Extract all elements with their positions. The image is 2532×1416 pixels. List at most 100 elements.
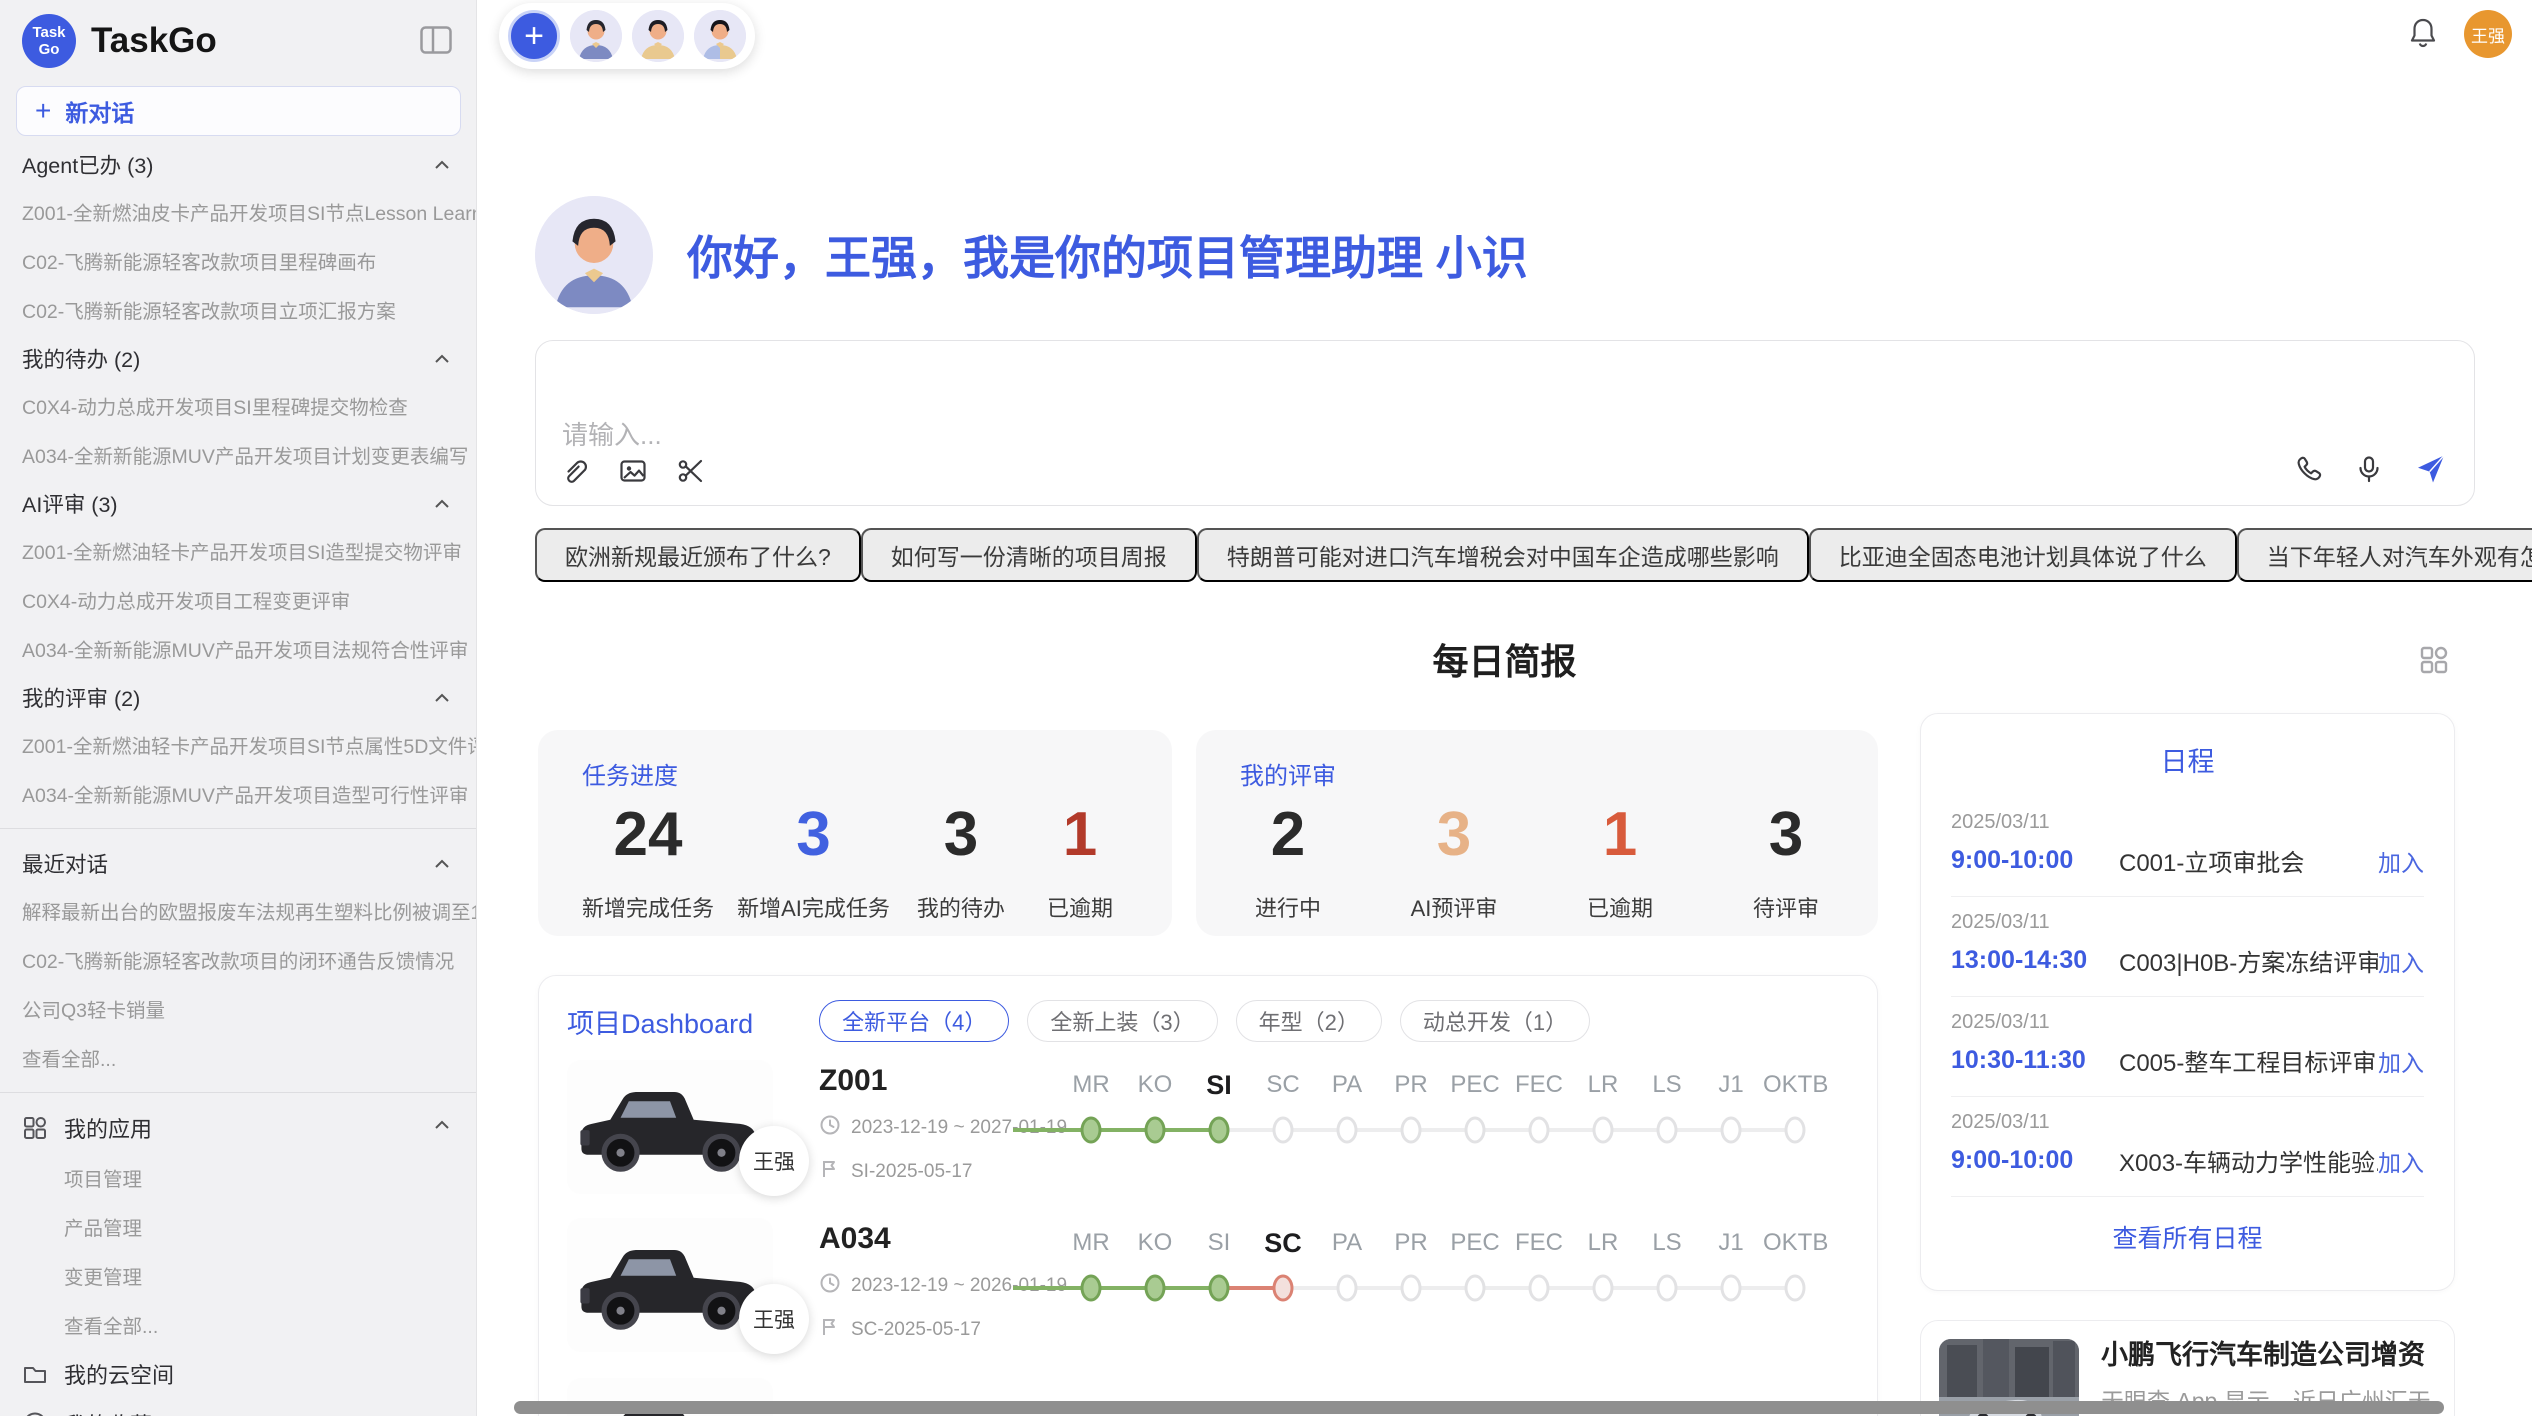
voice-input-button[interactable] (2354, 454, 2384, 487)
sidebar-recent-chat-item[interactable]: C02-飞腾新能源轻客改款项目的闭环通告反馈情况 (0, 935, 476, 984)
milestone-label: PA (1315, 1226, 1379, 1260)
new-chat-button[interactable]: + 新对话 (16, 86, 461, 136)
milestone-label: SI (1187, 1068, 1251, 1102)
sidebar-task-item[interactable]: Z001-全新燃油轻卡产品开发项目SI造型提交物评审 (0, 526, 476, 575)
milestone-node (1401, 1275, 1422, 1302)
sidebar-task-item[interactable]: A034-全新新能源MUV产品开发项目法规符合性评审 (0, 624, 476, 673)
milestone-label: SC (1251, 1068, 1315, 1102)
attach-button[interactable] (560, 456, 590, 489)
main-area: + 王强 你好，王强，我是你的项目管理助理 小识 请输入... (477, 0, 2532, 1416)
suggestion-chip[interactable]: 如何写一份清晰的项目周报 (861, 528, 1197, 582)
milestone-node (1529, 1275, 1550, 1302)
image-upload-button[interactable] (618, 456, 648, 489)
agent-avatar-1[interactable] (570, 10, 622, 62)
join-meeting-button[interactable]: 加入 (2378, 1144, 2424, 1178)
dashboard-header: 项目Dashboard 全新平台（4）全新上装（3）年型（2）动总开发（1） (567, 1000, 1849, 1042)
dashboard-filter-tab[interactable]: 全新平台（4） (819, 1000, 1009, 1042)
greeting-section: 你好，王强，我是你的项目管理助理 小识 (535, 196, 1528, 314)
sidebar-task-item[interactable]: A034-全新新能源MUV产品开发项目计划变更表编写 (0, 430, 476, 479)
dashboard-filter-tab[interactable]: 年型（2） (1236, 1000, 1382, 1042)
screenshot-button[interactable] (676, 456, 706, 489)
composer[interactable]: 请输入... (535, 340, 2475, 506)
send-icon (2414, 452, 2448, 489)
milestone-label: PR (1379, 1068, 1443, 1102)
assistant-avatar (535, 196, 653, 314)
briefing-layout-button[interactable] (2419, 645, 2449, 678)
top-right-actions: 王强 (2408, 10, 2512, 58)
suggestion-chip[interactable]: 欧洲新规最近颁布了什么? (535, 528, 861, 582)
sidebar-section-header-3[interactable]: 我的评审 (2) (0, 673, 476, 720)
sidebar-task-item[interactable]: C0X4-动力总成开发项目工程变更评审 (0, 575, 476, 624)
sidebar-task-item[interactable]: A034-全新新能源MUV产品开发项目造型可行性评审 (0, 769, 476, 818)
divider (0, 828, 476, 829)
sidebar-task-item[interactable]: Z001-全新燃油轻卡产品开发项目SI节点属性5D文件评审 (0, 720, 476, 769)
event-row: 9:00-10:00X003-车辆动力学性能验...加入 (1951, 1143, 2424, 1178)
milestone-label: J1 (1699, 1068, 1763, 1102)
event-time: 9:00-10:00 (1951, 846, 2119, 875)
sidebar-task-item[interactable]: C02-飞腾新能源轻客改款项目立项汇报方案 (0, 285, 476, 334)
milestone-label: KO (1123, 1226, 1187, 1260)
milestone-node (1593, 1275, 1614, 1302)
sidebar-task-item[interactable]: C0X4-动力总成开发项目SI里程碑提交物检查 (0, 381, 476, 430)
dashboard-filter-tab[interactable]: 全新上装（3） (1027, 1000, 1217, 1042)
sidebar-collapse-button[interactable] (418, 24, 454, 59)
sidebar-recent-chat-item[interactable]: 查看全部... (0, 1033, 476, 1082)
sidebar-task-item[interactable]: C02-飞腾新能源轻客改款项目里程碑画布 (0, 236, 476, 285)
sidebar-item-star[interactable]: 我的收藏 (0, 1399, 476, 1416)
milestone: OKTB (1763, 1068, 1827, 1194)
notifications-button[interactable] (2408, 17, 2438, 52)
join-meeting-button[interactable]: 加入 (2378, 944, 2424, 978)
stat: 1已逾期 (1032, 801, 1128, 923)
agent-avatar-3[interactable] (694, 10, 746, 62)
daily-briefing-title: 每日简报 (477, 633, 2532, 685)
add-agent-button[interactable]: + (508, 10, 560, 62)
suggestion-chip[interactable]: 比亚迪全固态电池计划具体说了什么 (1809, 528, 2237, 582)
sidebar-section-header-1[interactable]: 我的待办 (2) (0, 334, 476, 381)
send-button[interactable] (2414, 452, 2448, 489)
chevron-up-icon (430, 347, 454, 371)
sidebar-task-item[interactable]: Z001-全新燃油皮卡产品开发项目SI节点Lesson Learn报告 (0, 187, 476, 236)
event-time: 13:00-14:30 (1951, 946, 2119, 975)
project-row[interactable]: 王强Z0012023-12-19 ~ 2027-01-19SI-2025-05-… (567, 1060, 1849, 1194)
agent-avatar-2[interactable] (632, 10, 684, 62)
clock-icon (819, 1272, 841, 1300)
dashboard-filter-tab[interactable]: 动总开发（1） (1400, 1000, 1590, 1042)
voice-call-button[interactable] (2294, 454, 2324, 487)
stat-value: 24 (582, 801, 714, 869)
sidebar-section-header-0[interactable]: Agent已办 (3) (0, 140, 476, 187)
greeting-text: 你好，王强，我是你的项目管理助理 小识 (687, 222, 1528, 288)
sidebar-app-item[interactable]: 变更管理 (0, 1251, 476, 1300)
suggestion-chips: 欧洲新规最近颁布了什么?如何写一份清晰的项目周报特朗普可能对进口汽车增税会对中国… (535, 528, 2475, 582)
horizontal-scrollbar[interactable] (514, 1401, 2444, 1414)
sidebar-item-folder[interactable]: 我的云空间 (0, 1349, 476, 1399)
sidebar-my-apps-header[interactable]: 我的应用 (0, 1103, 476, 1153)
join-meeting-button[interactable]: 加入 (2378, 1044, 2424, 1078)
sidebar-section-header-2[interactable]: AI评审 (3) (0, 479, 476, 526)
sidebar-app-item[interactable]: 项目管理 (0, 1153, 476, 1202)
view-all-schedule-link[interactable]: 查看所有日程 (2112, 1219, 2262, 1255)
sidebar-recent-chat-item[interactable]: 公司Q3轻卡销量 (0, 984, 476, 1033)
sidebar-app-item[interactable]: 产品管理 (0, 1202, 476, 1251)
project-owner-badge: 王强 (739, 1126, 809, 1196)
sidebar-section-header-recent[interactable]: 最近对话 (0, 839, 476, 886)
join-meeting-button[interactable]: 加入 (2378, 844, 2424, 878)
milestone-label: J1 (1699, 1226, 1763, 1260)
milestone-label: PA (1315, 1068, 1379, 1102)
suggestion-chip[interactable]: 当下年轻人对汽车外观有怎样的喜好趋势 (2237, 528, 2532, 582)
user-avatar[interactable]: 王强 (2464, 10, 2512, 58)
sidebar-app-item[interactable]: 查看全部... (0, 1300, 476, 1349)
phone-icon (2294, 454, 2324, 487)
suggestion-chip[interactable]: 特朗普可能对进口汽车增税会对中国车企造成哪些影响 (1197, 528, 1809, 582)
project-row[interactable]: 王强A0342023-12-19 ~ 2026-01-19SC-2025-05-… (567, 1218, 1849, 1352)
event-date: 2025/03/11 (1951, 1111, 2424, 1134)
stat-value: 3 (913, 801, 1009, 869)
stat-label: AI预评审 (1406, 891, 1502, 923)
chevron-up-icon (430, 153, 454, 177)
folder-icon (22, 1361, 48, 1387)
milestone-connector (1013, 1128, 1091, 1132)
sidebar-recent-chat-item[interactable]: 解释最新出台的欧盟报废车法规再生塑料比例被调至15%... (0, 886, 476, 935)
schedule-event: 2025/03/1113:00-14:30C003|H0B-方案冻结评审加入 (1951, 897, 2424, 997)
sidebar-logo-row: Task Go TaskGo (0, 8, 476, 74)
flag-icon (819, 1316, 841, 1344)
event-date: 2025/03/11 (1951, 911, 2424, 934)
